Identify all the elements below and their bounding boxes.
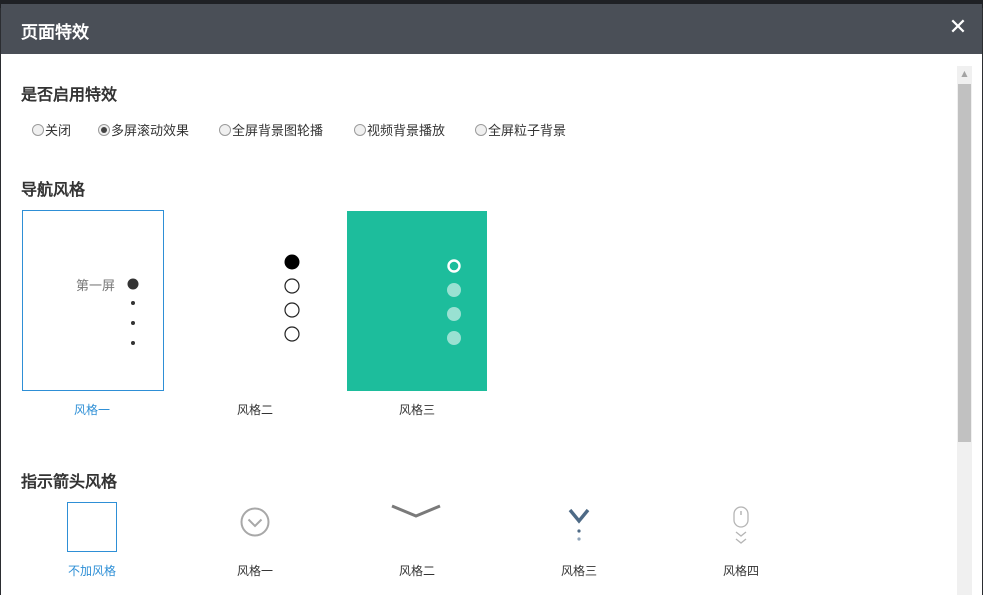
effects-heading: 是否启用特效 (21, 85, 118, 104)
radio-particle-background[interactable]: 全屏粒子背景 (475, 120, 566, 139)
scroll-up-arrow-icon[interactable]: ▲ (957, 66, 972, 82)
nav-dots-icon (127, 278, 139, 345)
arrow-style-4-label[interactable]: 风格四 (701, 562, 781, 579)
nav-style-card-3[interactable] (347, 211, 487, 391)
dialog-title: 页面特效 (21, 23, 89, 43)
dialog-content: 是否启用特效 关闭 多屏滚动效果 全屏背景图轮播 视频背景播放 全屏粒子背景 导… (1, 54, 956, 595)
radio-multiscreen-scroll-label: 多屏滚动效果 (111, 124, 190, 139)
radio-fullscreen-carousel[interactable]: 全屏背景图轮播 (219, 120, 323, 139)
nav-style-card-1[interactable]: 第一屏 (22, 210, 164, 391)
wide-chevron-down-icon[interactable] (390, 502, 444, 522)
arrow-style-1-label[interactable]: 风格一 (215, 562, 295, 579)
close-icon[interactable]: ✕ (946, 14, 970, 42)
radio-particle-background-label: 全屏粒子背景 (488, 124, 567, 139)
nav-style-card-1-label[interactable]: 风格一 (22, 401, 162, 418)
radio-off-indicator[interactable] (32, 124, 44, 136)
screen-label: 第一屏 (76, 279, 116, 294)
arrow-style-none-option[interactable] (67, 502, 117, 552)
nav-style-heading: 导航风格 (21, 180, 86, 199)
radio-multiscreen-scroll[interactable]: 多屏滚动效果 (98, 120, 189, 139)
nav-style-card-2-label[interactable]: 风格二 (185, 401, 325, 418)
dialog-titlebar: 页面特效 ✕ (1, 4, 982, 54)
arrow-style-3-label[interactable]: 风格三 (539, 562, 619, 579)
radio-video-background-label: 视频背景播放 (367, 124, 446, 139)
circle-chevron-down-icon[interactable] (239, 506, 271, 538)
radio-multiscreen-scroll-indicator[interactable] (98, 124, 110, 136)
nav-style-card-2[interactable] (185, 210, 327, 391)
page-effects-dialog: 页面特效 ✕ 是否启用特效 关闭 多屏滚动效果 全屏背景图轮播 视频背景播放 全… (1, 4, 982, 595)
outline-dots-icon (284, 254, 300, 342)
arrow-style-2-label[interactable]: 风格二 (377, 562, 457, 579)
arrow-style-heading: 指示箭头风格 (21, 472, 118, 491)
chevron-dots-icon[interactable] (567, 506, 593, 546)
teal-dots-icon (447, 259, 461, 345)
radio-particle-background-indicator[interactable] (475, 124, 487, 136)
vertical-scrollbar[interactable]: ▲ (957, 66, 972, 595)
radio-video-background-indicator[interactable] (354, 124, 366, 136)
radio-off-label: 关闭 (45, 124, 72, 139)
radio-video-background[interactable]: 视频背景播放 (354, 120, 445, 139)
scroll-thumb[interactable] (958, 84, 971, 442)
radio-fullscreen-carousel-label: 全屏背景图轮播 (232, 124, 324, 139)
arrow-style-none-label[interactable]: 不加风格 (52, 562, 132, 579)
radio-fullscreen-carousel-indicator[interactable] (219, 124, 231, 136)
nav-style-card-3-label[interactable]: 风格三 (347, 401, 487, 418)
mouse-scroll-icon[interactable] (731, 506, 751, 552)
radio-off[interactable]: 关闭 (32, 120, 71, 139)
